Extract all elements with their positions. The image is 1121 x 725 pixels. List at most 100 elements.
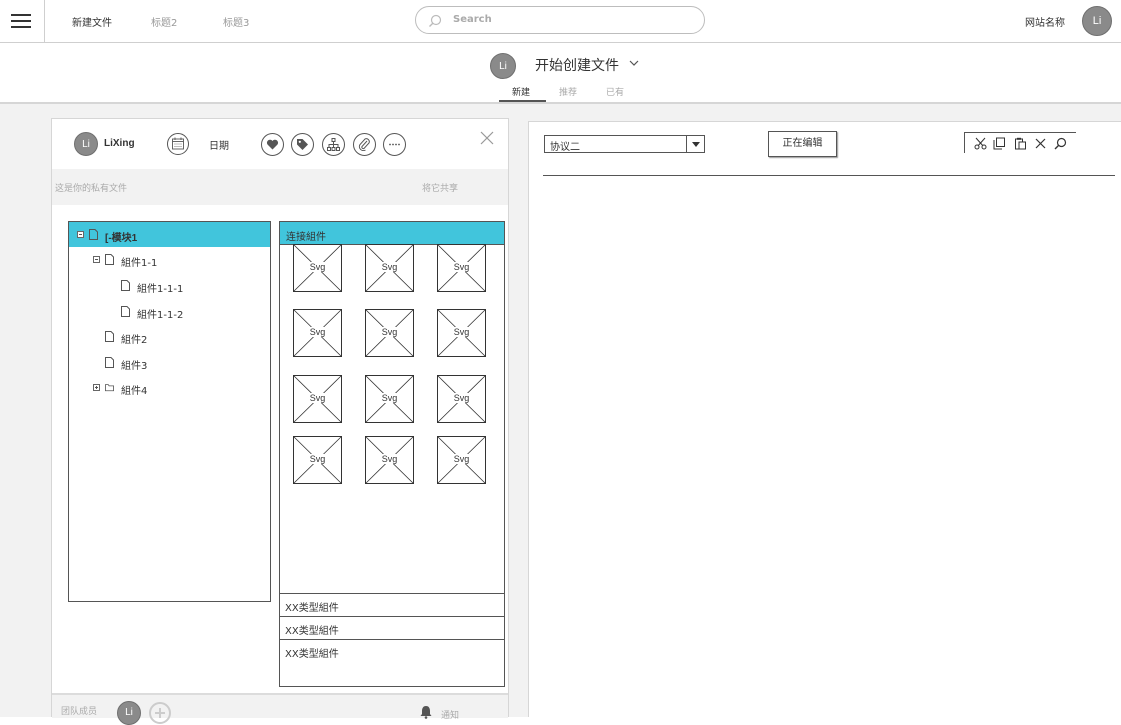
tag-icon: [297, 139, 308, 150]
paperclip-icon: [358, 138, 370, 151]
close-icon[interactable]: [480, 131, 494, 145]
tree-node-label: 組件1-1-1: [137, 284, 184, 295]
tree-node-label: [-模块1: [105, 233, 138, 244]
tab-existing[interactable]: 已有: [606, 85, 624, 98]
svg-placeholder-label: Svg: [452, 262, 471, 272]
cut-icon[interactable]: [974, 137, 987, 150]
tree-node-component-3[interactable]: 組件3: [69, 350, 270, 375]
tree-node-component-1-1[interactable]: 組件1-1: [69, 247, 270, 272]
tree-node-label: 組件3: [121, 361, 148, 372]
more-icon: [389, 143, 400, 146]
dropdown-arrow-icon[interactable]: [686, 136, 704, 152]
svg-component-placeholder[interactable]: Svg: [437, 375, 486, 423]
svg-placeholder-label: Svg: [452, 393, 471, 403]
collapse-icon[interactable]: [93, 256, 100, 263]
svg-placeholder-label: Svg: [308, 393, 327, 403]
page-header: Li 开始创建文件 新建 推荐 已有: [0, 43, 1121, 104]
svg-component-placeholder[interactable]: Svg: [437, 436, 486, 484]
team-member-avatar[interactable]: Li: [117, 701, 141, 725]
edit-toolbar: [964, 132, 1076, 153]
svg-placeholder-label: Svg: [380, 262, 399, 272]
search-placeholder: Search: [453, 14, 492, 25]
nav-item-new-file[interactable]: 新建文件: [72, 14, 112, 29]
editing-button[interactable]: 正在编辑: [768, 131, 837, 157]
document-icon: [105, 357, 114, 368]
svg-placeholder-label: Svg: [308, 262, 327, 272]
avatar[interactable]: Li: [74, 132, 98, 156]
connected-components-panel: 连接組件 Svg Svg Svg Svg Svg Svg Svg Svg Svg Svg Svg Sv…: [279, 221, 505, 687]
component-type-row[interactable]: XX类型組件: [280, 593, 504, 616]
svg-placeholder-label: Svg: [380, 393, 399, 403]
protocol-select[interactable]: 协议二: [544, 135, 705, 153]
svg-placeholder-label: Svg: [308, 454, 327, 464]
components-title: 连接組件: [286, 232, 326, 243]
tree-node-module-1[interactable]: [-模块1: [69, 222, 270, 247]
tag-button[interactable]: [291, 133, 314, 156]
hierarchy-icon: [327, 138, 340, 151]
tree-node-component-4[interactable]: 組件4: [69, 375, 270, 400]
tab-new[interactable]: 新建: [512, 85, 530, 98]
tree-node-component-1-1-2[interactable]: 組件1-1-2: [69, 299, 270, 324]
svg-component-placeholder[interactable]: Svg: [437, 309, 486, 357]
svg-component-placeholder[interactable]: Svg: [293, 436, 342, 484]
favorite-button[interactable]: [261, 133, 284, 156]
tab-recommended[interactable]: 推荐: [559, 85, 577, 98]
hamburger-icon-line: [11, 20, 31, 22]
add-member-button[interactable]: [149, 702, 171, 724]
svg-component-placeholder[interactable]: Svg: [437, 244, 486, 292]
delete-icon[interactable]: [1034, 137, 1047, 150]
svg-component-placeholder[interactable]: Svg: [293, 309, 342, 357]
avatar[interactable]: Li: [1082, 6, 1112, 36]
user-name: LiXing: [104, 138, 135, 149]
chevron-down-icon[interactable]: [628, 58, 640, 68]
site-name[interactable]: 网站名称: [1025, 14, 1065, 29]
avatar: Li: [490, 53, 516, 79]
page-title[interactable]: 开始创建文件: [535, 55, 619, 75]
nav-item-title-3[interactable]: 标题3: [223, 14, 249, 29]
svg-component-placeholder[interactable]: Svg: [365, 244, 414, 292]
search-input[interactable]: Search: [415, 6, 705, 34]
component-type-row[interactable]: XX类型組件: [280, 616, 504, 639]
svg-component-placeholder[interactable]: Svg: [365, 375, 414, 423]
document-icon: [121, 280, 130, 291]
team-members-label: 团队成员: [61, 707, 98, 717]
svg-placeholder-label: Svg: [452, 454, 471, 464]
sharing-bar: 这是你的私有文件 将它共享: [52, 169, 508, 205]
calendar-icon[interactable]: [167, 133, 189, 155]
svg-component-placeholder[interactable]: Svg: [293, 375, 342, 423]
divider: [543, 175, 1115, 176]
svg-component-placeholder[interactable]: Svg: [365, 436, 414, 484]
nav-item-title-2[interactable]: 标题2: [151, 14, 177, 29]
file-panel: Li LiXing 日期 这是你的私有文件 将它共享 [-模块1 組件1-1 組…: [51, 118, 509, 725]
hierarchy-button[interactable]: [322, 133, 345, 156]
collapse-icon[interactable]: [77, 231, 84, 238]
svg-placeholder-label: Svg: [308, 327, 327, 337]
file-panel-header: Li LiXing 日期: [52, 119, 508, 169]
hamburger-icon-line: [11, 14, 31, 16]
more-button[interactable]: [383, 133, 406, 156]
tree-node-component-1-1-1[interactable]: 組件1-1-1: [69, 273, 270, 298]
attach-button[interactable]: [353, 133, 376, 156]
expand-icon[interactable]: [93, 384, 100, 391]
paste-icon[interactable]: [1014, 137, 1027, 150]
workspace: Li LiXing 日期 这是你的私有文件 将它共享 [-模块1 組件1-1 組…: [0, 104, 1121, 725]
date-label[interactable]: 日期: [209, 137, 229, 152]
tree-node-component-2[interactable]: 組件2: [69, 324, 270, 349]
tree-node-label: 組件1-1: [121, 258, 158, 269]
file-panel-footer: 团队成员 Li 通知: [52, 693, 508, 725]
private-files-label: 这是你的私有文件: [55, 184, 128, 194]
svg-component-placeholder[interactable]: Svg: [365, 309, 414, 357]
tree-node-label: 組件1-1-2: [137, 310, 184, 321]
svg-component-placeholder[interactable]: Svg: [293, 244, 342, 292]
top-bar: 新建文件 标题2 标题3 Search 网站名称 Li: [0, 0, 1121, 43]
notifications-label[interactable]: 通知: [441, 708, 459, 721]
file-panel-body: [-模块1 組件1-1 組件1-1-1 組件1-1-2 組件2 組件3 組件4 …: [52, 205, 508, 693]
menu-button[interactable]: [0, 0, 45, 43]
hamburger-icon-line: [11, 26, 31, 28]
search-icon[interactable]: [1054, 137, 1067, 150]
share-link[interactable]: 将它共享: [422, 181, 458, 194]
component-type-row[interactable]: XX类型組件: [280, 639, 504, 662]
copy-icon[interactable]: [993, 137, 1006, 150]
document-icon: [121, 306, 130, 317]
editor-panel: 协议二 正在编辑: [528, 121, 1121, 717]
